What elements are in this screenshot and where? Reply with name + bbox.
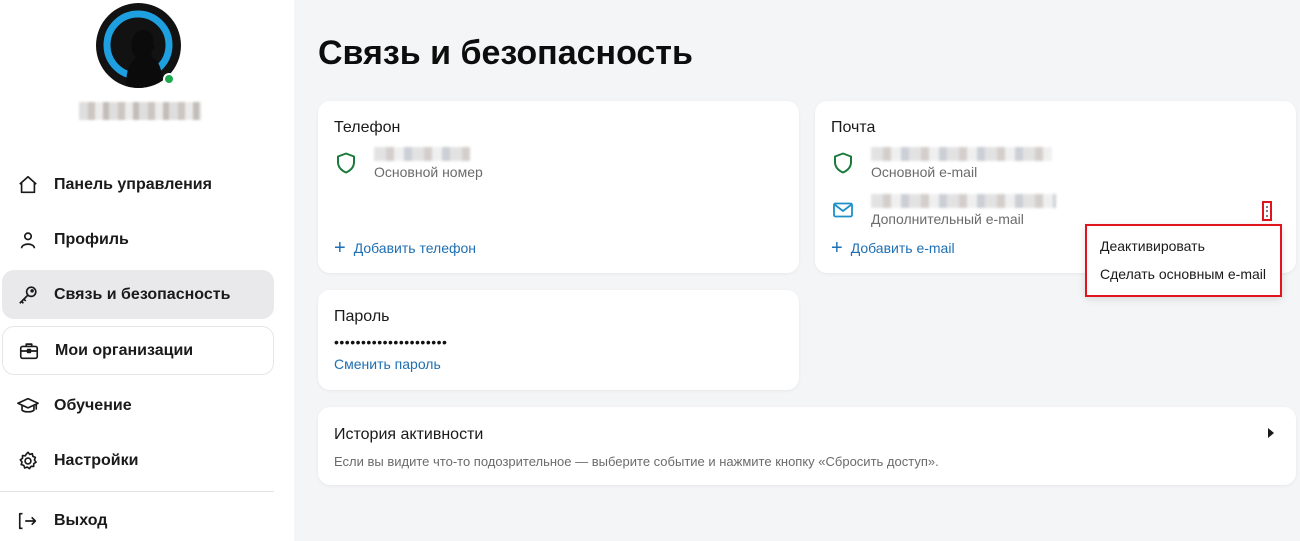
password-card: Пароль ••••••••••••••••••••• Сменить пар… xyxy=(318,290,799,390)
change-password-link[interactable]: Сменить пароль xyxy=(334,356,441,372)
phone-card: Телефон Основной номер + Добавить телефо… xyxy=(318,101,799,273)
email-card-title: Почта xyxy=(831,119,876,136)
sidebar-item-label: Мои организации xyxy=(55,341,194,359)
add-email-label: Добавить e-mail xyxy=(850,240,955,256)
logout-icon xyxy=(16,509,40,533)
password-card-title: Пароль xyxy=(334,308,390,325)
plus-icon: + xyxy=(334,237,346,259)
sidebar-item-learning[interactable]: Обучение xyxy=(2,381,274,430)
briefcase-icon xyxy=(17,339,41,363)
secondary-email-redacted xyxy=(871,194,1056,208)
add-email-link[interactable]: + Добавить e-mail xyxy=(831,237,955,259)
sidebar-item-organizations[interactable]: Мои организации xyxy=(2,326,274,375)
more-options-button[interactable] xyxy=(1262,201,1272,221)
sidebar-item-label: Настройки xyxy=(54,451,139,469)
shield-icon xyxy=(831,151,855,175)
logout-label: Выход xyxy=(54,511,108,529)
sidebar-item-dashboard[interactable]: Панель управления xyxy=(2,160,274,209)
add-phone-label: Добавить телефон xyxy=(353,240,477,256)
phone-card-title: Телефон xyxy=(334,119,401,136)
shield-icon xyxy=(334,151,358,175)
menu-item-make-primary[interactable]: Сделать основным e-mail xyxy=(1100,266,1266,282)
secondary-email-label: Дополнительный e-mail xyxy=(871,211,1024,227)
sidebar-item-security[interactable]: Связь и безопасность xyxy=(2,270,274,319)
sidebar-item-label: Панель управления xyxy=(54,175,212,193)
gear-icon xyxy=(16,449,40,473)
primary-phone-label: Основной номер xyxy=(374,164,483,180)
masked-password: ••••••••••••••••••••• xyxy=(334,334,448,350)
page-title: Связь и безопасность xyxy=(318,34,693,72)
activity-history-card[interactable]: История активности Если вы видите что-то… xyxy=(318,407,1296,485)
sidebar-divider xyxy=(0,491,274,492)
activity-history-description: Если вы видите что-то подозрительное — в… xyxy=(334,454,939,469)
secondary-email-row: Дополнительный e-mail xyxy=(831,194,1056,227)
dot-icon xyxy=(1266,205,1268,208)
sidebar-item-label: Обучение xyxy=(54,396,132,414)
dot-icon xyxy=(1266,214,1268,217)
plus-icon: + xyxy=(831,237,843,259)
chevron-right-icon[interactable] xyxy=(1268,428,1274,438)
online-status-dot xyxy=(163,73,175,85)
user-name-redacted xyxy=(79,102,201,120)
sidebar-item-profile[interactable]: Профиль xyxy=(2,215,274,264)
add-phone-link[interactable]: + Добавить телефон xyxy=(334,237,477,259)
primary-email-label: Основной e-mail xyxy=(871,164,978,180)
graduation-cap-icon xyxy=(16,394,40,418)
primary-email-redacted xyxy=(871,147,1052,161)
person-icon xyxy=(16,228,40,252)
sidebar: Панель управления Профиль Связь и безопа… xyxy=(0,0,294,541)
email-context-menu: Деактивировать Сделать основным e-mail xyxy=(1085,224,1282,297)
key-icon xyxy=(16,283,40,307)
avatar[interactable] xyxy=(96,3,181,88)
sidebar-item-label: Профиль xyxy=(54,230,129,248)
primary-phone-row: Основной номер xyxy=(334,147,483,180)
dot-icon xyxy=(1266,210,1268,212)
phone-number-redacted xyxy=(374,147,470,161)
sidebar-item-settings[interactable]: Настройки xyxy=(2,436,274,485)
primary-email-row: Основной e-mail xyxy=(831,147,1052,180)
mail-icon xyxy=(831,198,855,222)
activity-history-title: История активности xyxy=(334,426,484,443)
sidebar-item-logout[interactable]: Выход xyxy=(2,496,274,541)
sidebar-item-label: Связь и безопасность xyxy=(54,285,231,303)
menu-item-deactivate[interactable]: Деактивировать xyxy=(1100,238,1205,254)
home-icon xyxy=(16,173,40,197)
